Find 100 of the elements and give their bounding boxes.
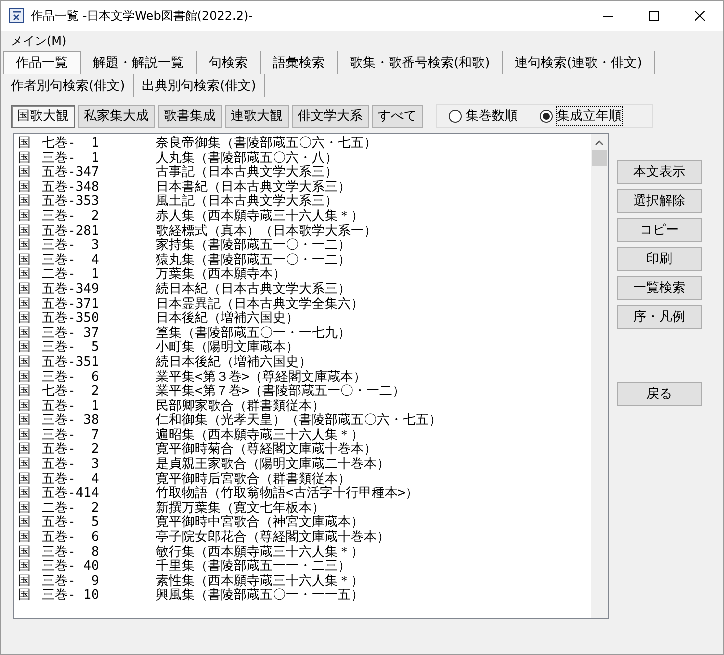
title-cell-text: 業平集<第７巻>（書陵部蔵五一〇・一二） [156, 385, 406, 400]
source-cell-text: 国 [17, 560, 32, 574]
app-icon [9, 8, 25, 24]
title-cell-text: 民部卿家歌合（群書類従本） [156, 400, 325, 414]
source-cell-text: 国 [17, 137, 32, 152]
source-cell-text: 国 [17, 341, 32, 356]
radio-label[interactable]: 集成立年順 [557, 107, 622, 125]
volume-cell-text: 三巻- 10 [42, 589, 100, 604]
title-cell-text: 日本後紀（増補六国史） [156, 312, 299, 326]
title-cell-text: 仁和御集（光孝天皇）（書陵部蔵五〇六・七五） [156, 414, 442, 428]
title-cell-text: 新撰万葉集（寛文七年板本） [156, 502, 325, 516]
action-button[interactable]: コピー [617, 218, 702, 242]
volume-cell-text: 五巻-347 [42, 166, 100, 180]
volume-cell-text: 三巻- 4 [42, 254, 100, 268]
title-cell-text: 万葉集（西本願寺本） [156, 268, 286, 282]
volume-cell-text: 五巻- 5 [42, 516, 100, 530]
tab[interactable]: 連句検索(連歌・俳文) [503, 51, 656, 74]
tab[interactable]: 歌集・歌番号検索(和歌) [338, 51, 504, 74]
volume-cell-text: 二巻- 2 [42, 502, 100, 516]
source-cell-text: 国 [17, 312, 32, 326]
action-button[interactable]: 序・凡例 [617, 305, 702, 329]
source-cell-text: 国 [17, 516, 32, 530]
close-icon [695, 11, 705, 21]
volume-cell-text: 五巻-353 [42, 195, 100, 210]
radio-label[interactable]: 集巻数順 [466, 107, 518, 125]
action-button[interactable]: 選択解除 [617, 189, 702, 213]
source-cell-text: 国 [17, 546, 32, 560]
source-cell-text: 国 [17, 531, 32, 546]
title-cell-text: 人丸集（書陵部蔵五〇六・八） [156, 152, 338, 166]
source-cell-text: 国 [17, 428, 32, 443]
scrollbar[interactable] [591, 134, 608, 618]
source-cell-text: 国 [17, 166, 32, 180]
volume-cell-text: 五巻-414 [42, 487, 100, 502]
menu-item[interactable]: メイン(M) [5, 32, 73, 50]
volume-cell-text: 三巻- 37 [42, 326, 100, 341]
volume-cell-text: 五巻- 3 [42, 458, 100, 472]
title-cell-text: 遍昭集（西本願寺蔵三十六人集＊） [156, 428, 364, 443]
collection-button[interactable]: 国歌大観 [11, 104, 75, 128]
tab[interactable]: 作者別句検索(俳文) [3, 74, 134, 97]
volume-cell-text: 三巻- 3 [42, 239, 100, 254]
volume-cell-text: 五巻-348 [42, 180, 100, 195]
collection-button[interactable]: 俳文学大系 [292, 104, 369, 128]
source-cell-text: 国 [17, 414, 32, 428]
volume-cell-text: 五巻- 4 [42, 472, 100, 487]
source-cell-text: 国 [17, 487, 32, 502]
title-cell-text: 日本霊異記（日本古典文学全集六） [156, 298, 364, 312]
volume-cell-text: 五巻- 1 [42, 400, 100, 414]
title-cell: 興風集（書陵部蔵五〇一・一一五） [156, 589, 364, 604]
action-button[interactable]: 一覧検索 [617, 276, 702, 300]
tab[interactable]: 句検索 [197, 51, 261, 74]
back-button[interactable]: 戻る [617, 382, 702, 406]
volume-cell-text: 三巻- 6 [42, 370, 100, 384]
volume-cell-text: 五巻-351 [42, 356, 100, 370]
volume-cell-text: 七巻- 1 [42, 137, 100, 152]
source-cell-text: 国 [17, 268, 32, 282]
tab[interactable]: 出典別句検索(俳文) [134, 74, 266, 97]
volume-cell-text: 三巻- 2 [42, 210, 100, 224]
source-cell-text: 国 [17, 195, 32, 210]
source-cell-text: 国 [17, 385, 32, 400]
title-cell-text: 家持集（書陵部蔵五一〇・一二） [156, 239, 351, 254]
source-cell-text: 国 [17, 400, 32, 414]
title-cell-text: 古事記（日本古典文学大系三） [156, 166, 338, 180]
volume-cell-text: 五巻-281 [42, 224, 100, 239]
volume-cell-text: 三巻- 40 [42, 560, 100, 574]
title-cell-text: 風土記（日本古典文学大系三） [156, 195, 338, 210]
volume-cell-text: 三巻- 9 [42, 574, 100, 589]
source-cell-text: 国 [17, 356, 32, 370]
tab[interactable]: 解題・解説一覧 [81, 51, 197, 74]
collection-button[interactable]: 歌書集成 [158, 104, 222, 128]
title-cell-text: 寛平御時中宮歌合（神宮文庫蔵本） [156, 516, 364, 530]
collection-button[interactable]: 連歌大観 [225, 104, 289, 128]
title-cell-text: 業平集<第３巻>（尊経閣文庫蔵本） [156, 370, 367, 384]
source-cell-text: 国 [17, 152, 32, 166]
source-cell-text: 国 [17, 224, 32, 239]
title-cell-text: 千里集（書陵部蔵五一一・二三） [156, 560, 351, 574]
scroll-up-icon[interactable] [595, 140, 604, 146]
title-cell-text: 猿丸集（書陵部蔵五一〇・一二） [156, 254, 351, 268]
title-cell-text: 是貞親王家歌合（陽明文庫蔵二十巻本） [156, 458, 390, 472]
action-button[interactable]: 本文表示 [617, 160, 702, 184]
source-cell-text: 国 [17, 282, 32, 298]
collection-button[interactable]: すべて [372, 104, 423, 128]
volume-cell-text: 五巻-349 [42, 282, 100, 298]
volume-cell-text: 七巻- 2 [42, 385, 100, 400]
title-cell-text: 篁集（書陵部蔵五〇一・一七九） [156, 326, 351, 341]
title-cell-text: 日本書紀（日本古典文学大系三） [156, 180, 351, 195]
volume-cell-text: 三巻- 7 [42, 428, 100, 443]
title-cell-text: 敏行集（西本願寺蔵三十六人集＊） [156, 546, 364, 560]
tab[interactable]: 語彙検索 [261, 51, 338, 74]
source-cell-text: 国 [17, 298, 32, 312]
tab[interactable]: 作品一覧 [3, 51, 81, 74]
title-cell-text: 続日本後紀（増補六国史） [156, 356, 312, 370]
volume-cell-text: 三巻- 38 [42, 414, 100, 428]
radio-button[interactable] [449, 110, 462, 122]
source-cell-text: 国 [17, 180, 32, 195]
action-button[interactable]: 印刷 [617, 247, 702, 271]
scroll-thumb[interactable] [592, 150, 607, 166]
volume-cell-text: 五巻- 2 [42, 443, 100, 458]
source-cell-text: 国 [17, 589, 32, 604]
radio-button[interactable] [540, 110, 553, 122]
collection-button[interactable]: 私家集大成 [78, 104, 155, 128]
